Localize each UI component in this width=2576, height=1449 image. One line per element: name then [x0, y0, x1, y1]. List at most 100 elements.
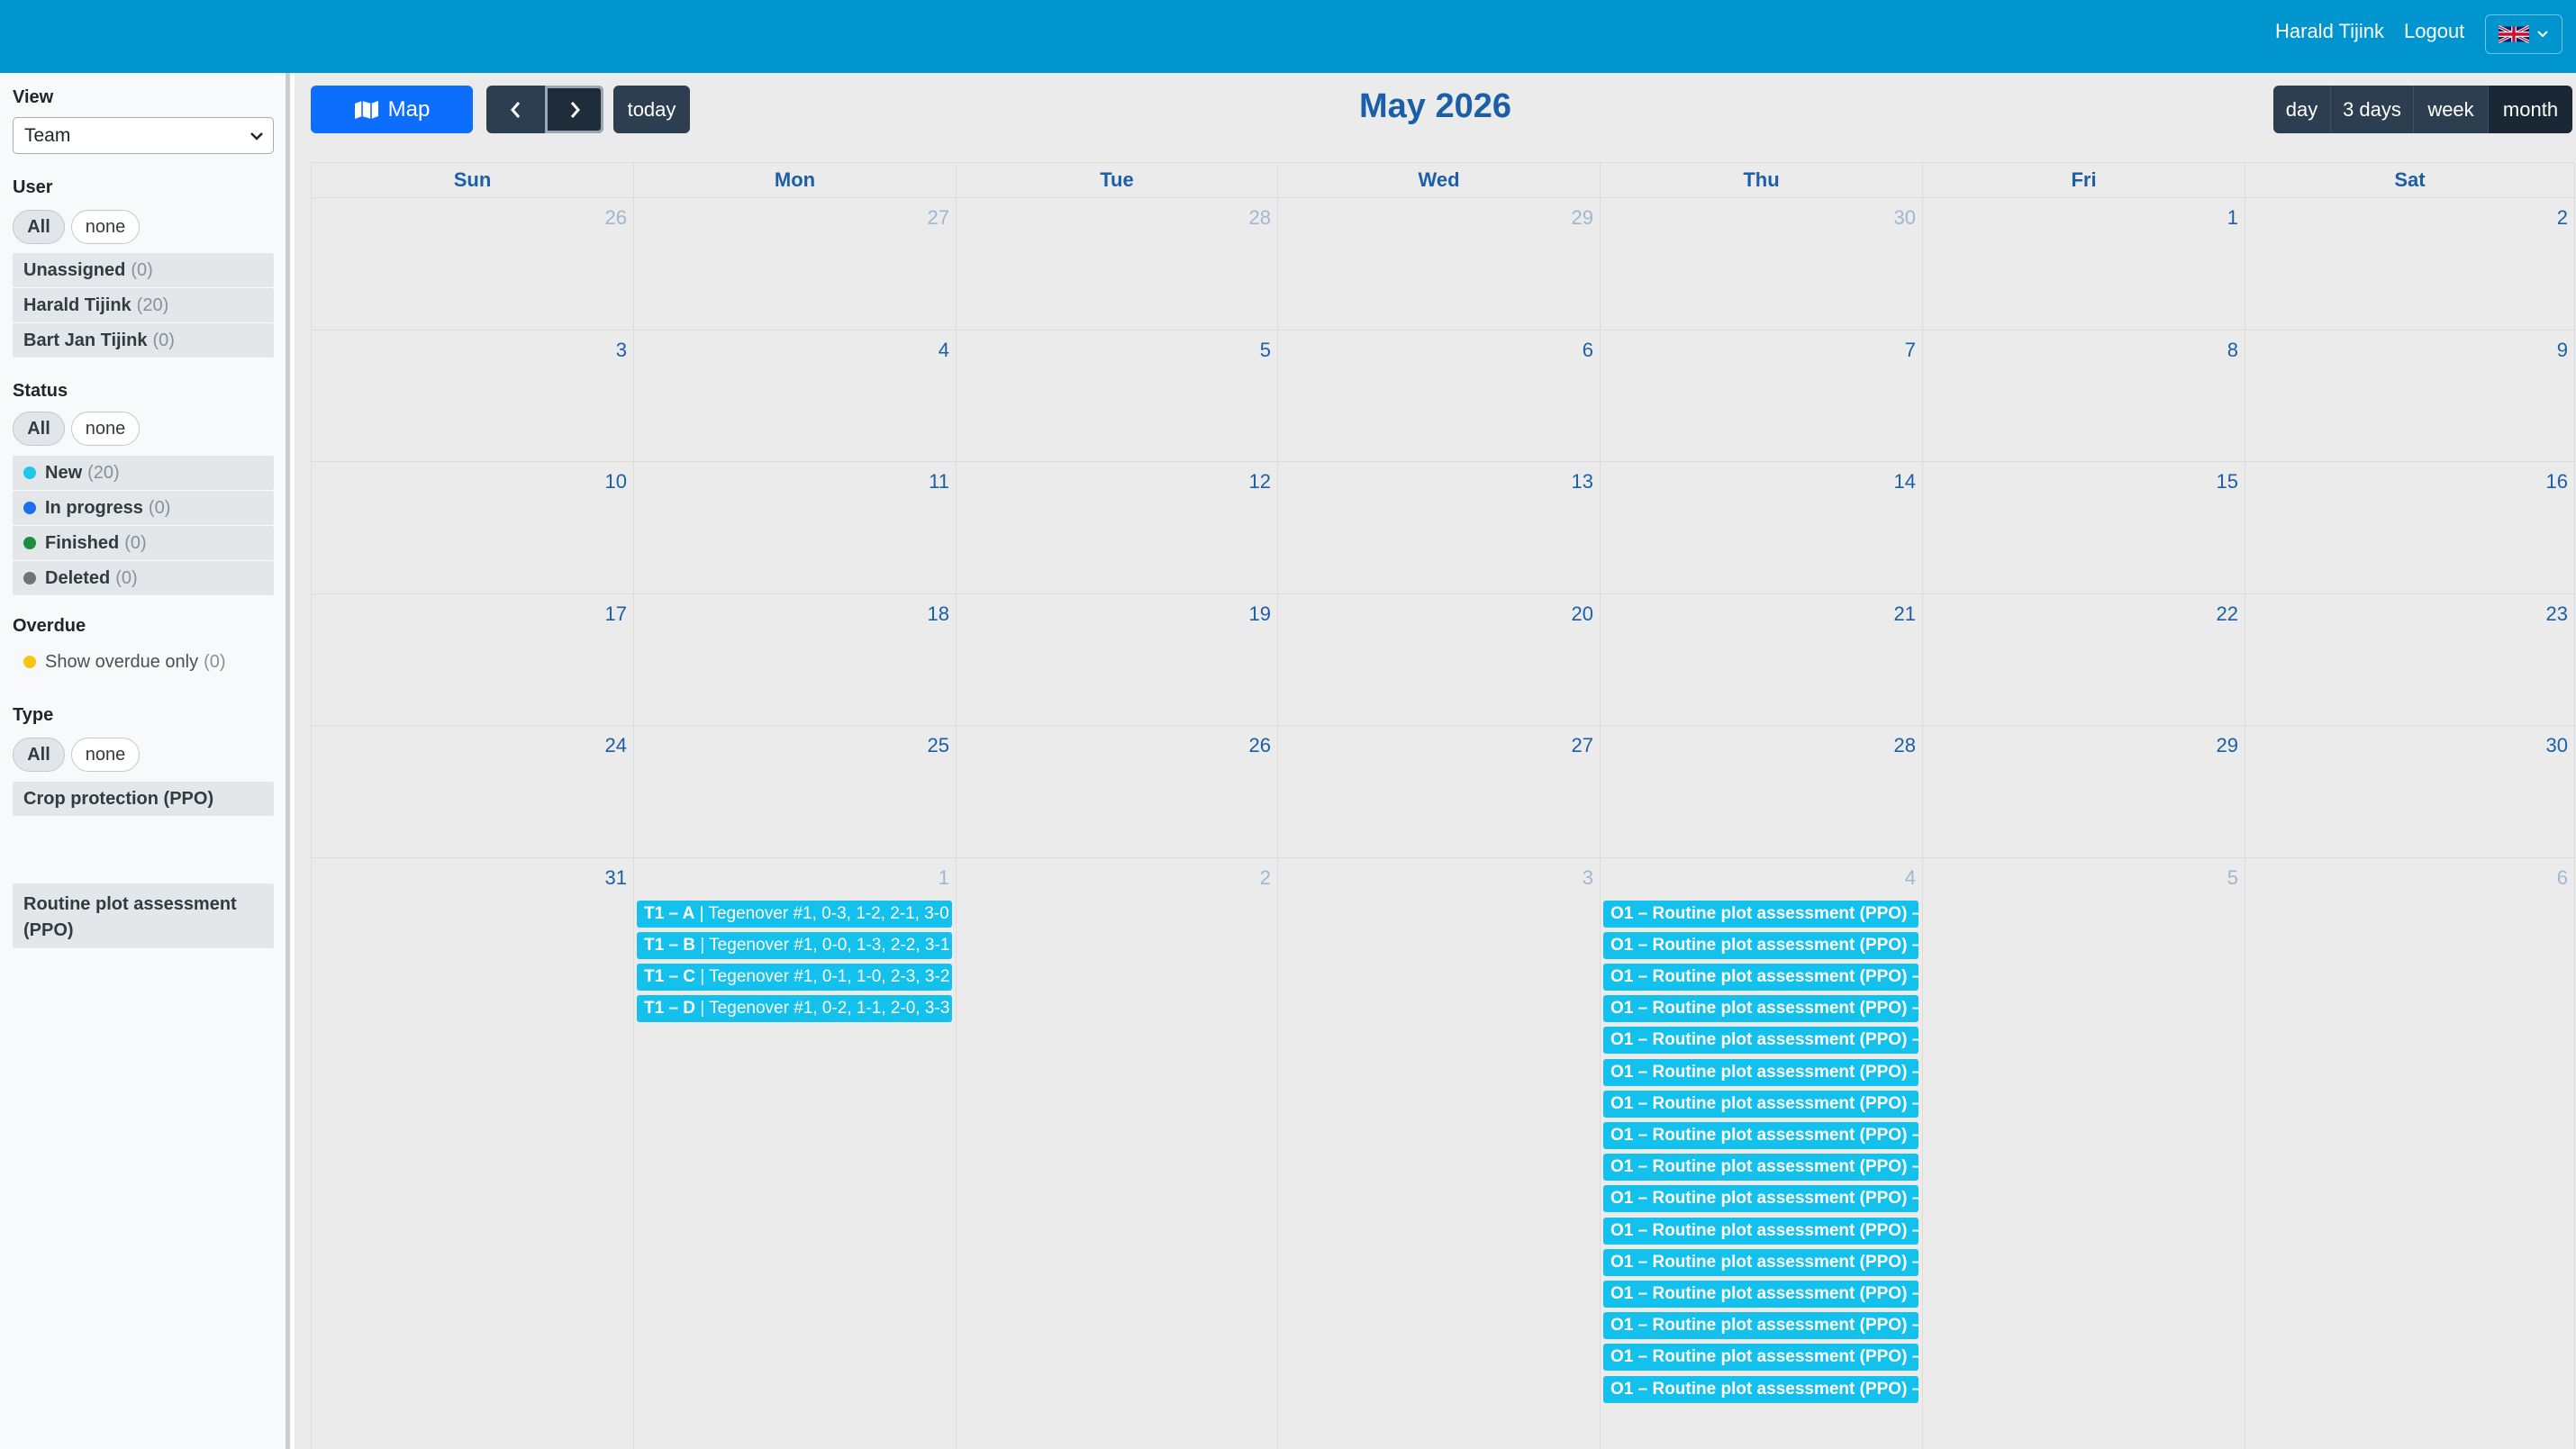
- day-number[interactable]: 28: [1894, 734, 1916, 757]
- day-number[interactable]: 15: [2217, 470, 2238, 494]
- calendar-event[interactable]: T1 – C | Tegenover #1, 0-1, 1-0, 2-3, 3-…: [637, 963, 952, 991]
- day-cell[interactable]: 9: [2245, 330, 2575, 462]
- day-number[interactable]: 22: [2217, 602, 2238, 626]
- day-cell[interactable]: 31: [312, 857, 634, 1449]
- day-cell[interactable]: 26: [957, 726, 1278, 858]
- day-number[interactable]: 5: [2227, 866, 2238, 890]
- day-cell[interactable]: 16: [2245, 462, 2575, 594]
- calendar-event[interactable]: O1 – Routine plot assessment (PPO) –: [1603, 1185, 1918, 1213]
- day-cell[interactable]: 2: [957, 857, 1278, 1449]
- day-number[interactable]: 27: [928, 206, 949, 230]
- day-cell[interactable]: 15: [1923, 462, 2245, 594]
- day-cell[interactable]: 30: [2245, 726, 2575, 858]
- language-dropdown[interactable]: [2485, 14, 2562, 54]
- day-number[interactable]: 7: [1905, 339, 1916, 362]
- calendar-event[interactable]: O1 – Routine plot assessment (PPO) –: [1603, 1217, 1918, 1245]
- day-number[interactable]: 9: [2557, 339, 2568, 362]
- day-cell[interactable]: 3: [1278, 857, 1601, 1449]
- calendar-event[interactable]: O1 – Routine plot assessment (PPO) –: [1603, 1375, 1918, 1403]
- calendar-event[interactable]: T1 – B | Tegenover #1, 0-0, 1-3, 2-2, 3-…: [637, 931, 952, 959]
- day-cell[interactable]: 2: [2245, 198, 2575, 331]
- day-number[interactable]: 29: [1572, 206, 1593, 230]
- day-number[interactable]: 23: [2546, 602, 2568, 626]
- day-number[interactable]: 6: [1583, 339, 1593, 362]
- type-filter-crop-protection[interactable]: Crop protection (PPO): [13, 782, 274, 816]
- day-number[interactable]: 10: [605, 470, 627, 494]
- calendar-event[interactable]: O1 – Routine plot assessment (PPO) –: [1603, 1058, 1918, 1086]
- day-number[interactable]: 29: [2217, 734, 2238, 757]
- day-cell[interactable]: 10: [312, 462, 634, 594]
- day-cell[interactable]: 27: [634, 198, 957, 331]
- day-number[interactable]: 14: [1894, 470, 1916, 494]
- day-number[interactable]: 30: [2546, 734, 2568, 757]
- calendar-event[interactable]: O1 – Routine plot assessment (PPO) –: [1603, 963, 1918, 991]
- calendar-event[interactable]: O1 – Routine plot assessment (PPO) –: [1603, 995, 1918, 1023]
- day-number[interactable]: 13: [1572, 470, 1593, 494]
- day-cell[interactable]: 18: [634, 593, 957, 726]
- day-cell[interactable]: 12: [957, 462, 1278, 594]
- calendar-event[interactable]: T1 – D | Tegenover #1, 0-2, 1-1, 2-0, 3-…: [637, 995, 952, 1023]
- day-number[interactable]: 1: [2227, 206, 2238, 230]
- day-cell[interactable]: 8: [1923, 330, 2245, 462]
- calendar-event[interactable]: O1 – Routine plot assessment (PPO) –: [1603, 1121, 1918, 1149]
- logout-link[interactable]: Logout: [2404, 20, 2464, 43]
- day-cell[interactable]: 7: [1601, 330, 1923, 462]
- type-none-button[interactable]: none: [71, 738, 140, 772]
- user-filter-harald-tijink[interactable]: Harald Tijink (20): [13, 288, 274, 322]
- today-button[interactable]: today: [613, 86, 690, 133]
- day-number[interactable]: 26: [605, 206, 627, 230]
- view-month-button[interactable]: month: [2489, 86, 2572, 133]
- calendar-event[interactable]: O1 – Routine plot assessment (PPO) –: [1603, 1154, 1918, 1182]
- status-all-button[interactable]: All: [13, 412, 65, 446]
- day-cell[interactable]: 29: [1278, 198, 1601, 331]
- day-cell[interactable]: 27: [1278, 726, 1601, 858]
- day-number[interactable]: 2: [1260, 866, 1271, 890]
- calendar-event[interactable]: O1 – Routine plot assessment (PPO) –: [1603, 900, 1918, 928]
- day-number[interactable]: 4: [1905, 866, 1916, 890]
- day-number[interactable]: 20: [1572, 602, 1593, 626]
- day-number[interactable]: 21: [1894, 602, 1916, 626]
- view-week-button[interactable]: week: [2414, 86, 2489, 133]
- view-3-days-button[interactable]: 3 days: [2331, 86, 2414, 133]
- day-cell[interactable]: 25: [634, 726, 957, 858]
- status-filter-in-progress[interactable]: In progress (0): [13, 491, 274, 525]
- day-number[interactable]: 18: [928, 602, 949, 626]
- day-number[interactable]: 3: [1583, 866, 1593, 890]
- day-cell[interactable]: 30: [1601, 198, 1923, 331]
- day-number[interactable]: 5: [1260, 339, 1271, 362]
- status-filter-finished[interactable]: Finished (0): [13, 526, 274, 560]
- user-name[interactable]: Harald Tijink: [2275, 20, 2384, 43]
- day-cell[interactable]: 5: [1923, 857, 2245, 1449]
- day-cell[interactable]: 6: [1278, 330, 1601, 462]
- day-number[interactable]: 12: [1249, 470, 1271, 494]
- user-all-button[interactable]: All: [13, 210, 65, 244]
- user-filter-bart-jan-tijink[interactable]: Bart Jan Tijink (0): [13, 323, 274, 358]
- next-button[interactable]: [545, 86, 603, 133]
- day-number[interactable]: 6: [2557, 866, 2568, 890]
- user-filter-unassigned[interactable]: Unassigned (0): [13, 253, 274, 287]
- day-number[interactable]: 25: [928, 734, 949, 757]
- day-number[interactable]: 17: [605, 602, 627, 626]
- day-number[interactable]: 16: [2546, 470, 2568, 494]
- day-cell[interactable]: 1: [1923, 198, 2245, 331]
- day-cell[interactable]: 11: [634, 462, 957, 594]
- day-cell[interactable]: 3: [312, 330, 634, 462]
- show-overdue-only-toggle[interactable]: Show overdue only (0): [13, 646, 274, 678]
- day-cell[interactable]: 22: [1923, 593, 2245, 726]
- prev-button[interactable]: [486, 86, 545, 133]
- type-filter-routine-plot-assessment[interactable]: Routine plot assessment (PPO): [13, 883, 274, 948]
- day-number[interactable]: 19: [1249, 602, 1271, 626]
- day-cell[interactable]: 17: [312, 593, 634, 726]
- calendar-event[interactable]: O1 – Routine plot assessment (PPO) –: [1603, 1248, 1918, 1276]
- calendar-event[interactable]: O1 – Routine plot assessment (PPO) –: [1603, 1280, 1918, 1308]
- day-cell[interactable]: 13: [1278, 462, 1601, 594]
- type-all-button[interactable]: All: [13, 738, 65, 772]
- day-number[interactable]: 30: [1894, 206, 1916, 230]
- day-cell[interactable]: 28: [1601, 726, 1923, 858]
- day-cell[interactable]: 23: [2245, 593, 2575, 726]
- day-cell[interactable]: 26: [312, 198, 634, 331]
- calendar-event[interactable]: O1 – Routine plot assessment (PPO) –: [1603, 1090, 1918, 1118]
- status-none-button[interactable]: none: [71, 412, 140, 446]
- calendar-event[interactable]: T1 – A | Tegenover #1, 0-3, 1-2, 2-1, 3-…: [637, 900, 952, 928]
- day-cell[interactable]: 21: [1601, 593, 1923, 726]
